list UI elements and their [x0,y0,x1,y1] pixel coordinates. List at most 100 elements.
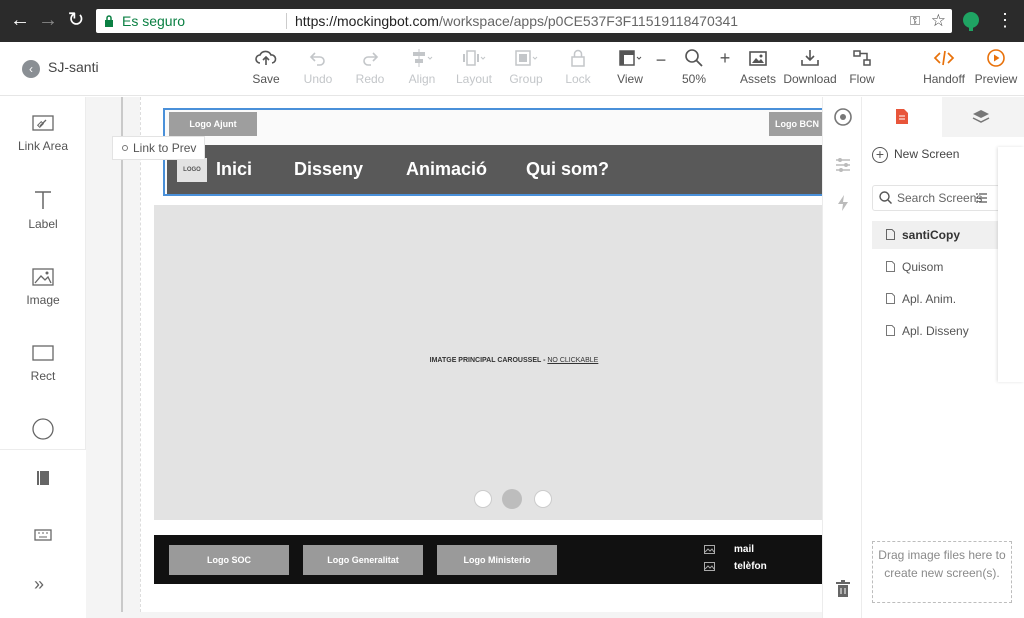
code-icon [933,50,955,66]
screen-item[interactable]: Quisom [872,253,1002,281]
nav-inici[interactable]: Inici [216,159,252,180]
new-screen-label: New Screen [894,147,960,162]
rectangle-icon [32,345,54,361]
back-chevron-icon[interactable]: ‹ [22,60,40,78]
carousel[interactable]: IMATGE PRINCIPAL CAROUSSEL - NO CLICKABL… [154,205,822,520]
carousel-dot-1[interactable] [474,490,492,508]
url-text[interactable]: https://mockingbot.com/workspace/apps/p0… [295,9,738,33]
lock-button[interactable]: Lock [558,48,598,86]
expand-double-chevron-icon[interactable]: » [34,574,44,595]
flow-label: Flow [849,72,875,86]
screen-page-icon [886,229,895,240]
back-arrow-icon[interactable]: ← [8,8,32,32]
logo-soc[interactable]: Logo SOC [169,545,289,575]
link-area-label: Link Area [17,139,69,153]
preview-button[interactable]: Preview [972,48,1020,86]
redo-icon [363,52,379,66]
widget-panel: Link Area Label Image Rect » [0,97,86,618]
inspector-iconbar [822,97,862,618]
reload-icon[interactable]: ↻ [64,8,88,32]
redo-button[interactable]: Redo [350,48,390,86]
navbar[interactable]: LOGO Inici Disseny Animació Qui som? [167,145,822,194]
undo-icon [309,52,325,66]
group-button[interactable]: Group [506,48,546,86]
address-bar[interactable]: Es seguro https://mockingbot.com/workspa… [96,9,952,33]
logo-small[interactable]: LOGO [177,158,207,182]
image-icon [32,268,54,286]
list-view-icon[interactable] [976,192,988,204]
forward-arrow-icon[interactable]: → [36,8,60,32]
download-button[interactable]: Download [782,48,838,86]
zoom-out-button[interactable]: − [652,50,670,71]
flow-icon [853,50,871,66]
undo-button[interactable]: Undo [298,48,338,86]
logo-bcn[interactable]: Logo BCN [769,112,825,136]
screen-item[interactable]: Apl. Anim. [872,285,1002,313]
popover-edge [998,147,1024,382]
carousel-dot-2[interactable] [502,489,522,509]
layout-button[interactable]: Layout [454,48,494,86]
browser-menu-icon[interactable]: ⋮ [996,8,1014,32]
flow-button[interactable]: Flow [842,48,882,86]
new-screen-button[interactable]: + New Screen [872,147,959,163]
ruler [114,97,130,612]
download-label: Download [783,72,837,86]
plus-circle-icon: + [872,147,888,163]
screen-item[interactable]: santiCopy [872,221,1002,249]
assets-label: Assets [739,72,776,86]
book-icon[interactable] [36,470,50,486]
widget-label[interactable]: Label [0,189,86,231]
page-icon [896,109,908,124]
star-icon[interactable]: ☆ [931,9,946,33]
rect-widget-label: Rect [30,369,56,383]
project-name[interactable]: SJ-santi [48,59,99,75]
save-label: Save [252,72,280,86]
align-button[interactable]: Align [402,48,442,86]
widget-link-area[interactable]: Link Area [0,113,86,153]
panel-tabs [862,97,1024,137]
secure-label: Es seguro [122,13,186,29]
screen-page-icon [886,261,895,272]
trash-icon[interactable] [833,579,853,599]
image-drop-zone[interactable]: Drag image files here to create new scre… [872,541,1012,603]
assets-button[interactable]: Assets [738,48,778,86]
text-t-icon [35,191,51,209]
target-icon[interactable] [833,107,853,127]
link-to-prev-tooltip[interactable]: Link to Prev [112,136,206,160]
undo-label: Undo [303,72,333,86]
logo-ministerio[interactable]: Logo Ministerio [437,545,557,575]
extension-icon[interactable] [962,11,980,31]
zoom-in-button[interactable]: + [716,48,734,69]
view-button[interactable]: View [610,48,650,86]
nav-qui-som[interactable]: Qui som? [526,159,609,180]
widget-rect[interactable]: Rect [0,343,86,383]
omnibox-divider [286,13,287,29]
tab-pages[interactable] [862,97,942,137]
layout-icon [463,50,486,66]
nav-animacio[interactable]: Animació [406,159,487,180]
save-button[interactable]: Save [246,48,286,86]
footer[interactable]: Logo SOC Logo Generalitat Logo Ministeri… [154,535,822,584]
handoff-button[interactable]: Handoff [920,48,968,86]
search-placeholder: Search Screens [897,191,983,205]
nav-disseny[interactable]: Disseny [294,159,363,180]
key-icon[interactable]: ⚿ [910,9,920,33]
phone-image-icon [704,562,715,571]
carousel-caption-noclick: NO CLICKABLE [547,357,599,364]
logo-ajunt[interactable]: Logo Ajunt [169,112,257,136]
carousel-dot-3[interactable] [534,490,552,508]
zoom-control[interactable]: 50% [676,48,712,86]
screen-name: Quisom [902,260,944,274]
align-icon [413,49,433,67]
keyboard-icon[interactable] [34,528,52,542]
logo-generalitat[interactable]: Logo Generalitat [303,545,423,575]
screen-name: Apl. Disseny [902,324,969,338]
sliders-icon[interactable] [833,155,853,175]
align-label: Align [408,72,436,86]
lightning-icon[interactable] [833,193,853,213]
widget-image[interactable]: Image [0,267,86,307]
layers-icon[interactable] [972,108,990,125]
screen-item[interactable]: Apl. Disseny [872,317,1002,345]
carousel-caption: IMATGE PRINCIPAL CAROUSSEL - NO CLICKABL… [154,357,874,364]
widget-circle[interactable] [0,417,86,447]
